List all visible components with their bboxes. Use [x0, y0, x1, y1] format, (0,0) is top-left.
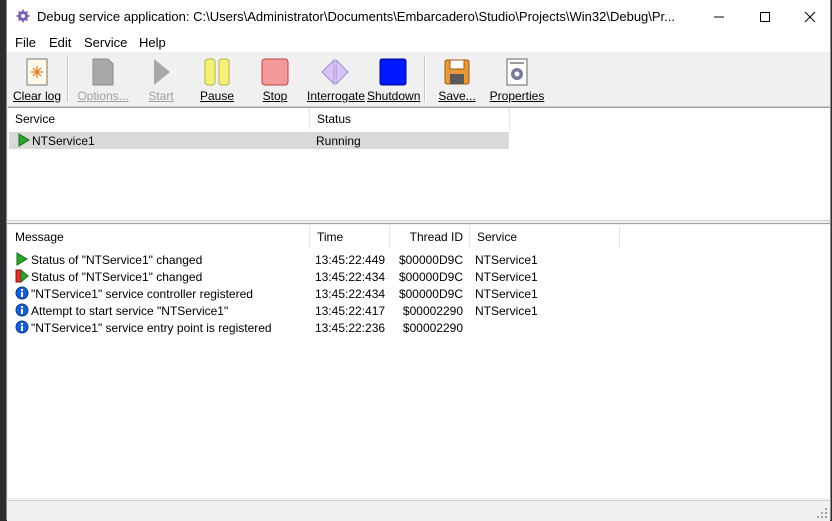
- column-header-status[interactable]: Status: [310, 108, 510, 130]
- toolbar-separator: [67, 56, 69, 102]
- close-icon: [804, 11, 816, 23]
- log-time: 13:45:22:417: [315, 304, 386, 318]
- log-row[interactable]: "NTService1" service controller register…: [8, 285, 628, 302]
- log-service: NTService1: [475, 304, 538, 318]
- stop-icon: [261, 58, 289, 86]
- service-row[interactable]: NTService1 Running: [9, 132, 509, 149]
- interrogate-button[interactable]: Interrogate: [307, 56, 366, 104]
- properties-icon: [506, 58, 528, 86]
- resize-grip-icon[interactable]: [816, 507, 828, 519]
- interrogate-label: Interrogate: [307, 89, 366, 103]
- column-header-service[interactable]: Service: [470, 226, 620, 248]
- close-button[interactable]: [787, 0, 832, 32]
- maximize-button[interactable]: [742, 0, 788, 32]
- start-label: Start: [148, 89, 174, 103]
- shutdown-button[interactable]: Shutdown: [367, 56, 421, 104]
- info-icon: [15, 320, 29, 334]
- clear-log-button[interactable]: Clear log: [11, 56, 63, 104]
- toolbar-separator: [424, 56, 426, 102]
- start-pending-icon: [15, 269, 29, 283]
- stop-button[interactable]: Stop: [255, 56, 295, 104]
- log-row[interactable]: Status of "NTService1" changed 13:45:22:…: [8, 251, 628, 268]
- log-time: 13:45:22:449: [315, 253, 386, 267]
- options-button[interactable]: Options...: [75, 56, 131, 104]
- column-header-service[interactable]: Service: [8, 108, 310, 130]
- start-button[interactable]: Start: [139, 56, 183, 104]
- info-icon: [15, 303, 29, 317]
- log-time: 13:45:22:236: [315, 321, 386, 335]
- title-bar: Debug service application: C:\Users\Admi…: [7, 0, 830, 32]
- options-icon: [92, 58, 114, 86]
- log-service: NTService1: [475, 253, 538, 267]
- info-icon: [15, 286, 29, 300]
- pause-label: Pause: [199, 89, 235, 103]
- interrogate-arrows-icon: [321, 58, 349, 86]
- log-list[interactable]: Message Time Thread ID Service Status of…: [8, 225, 830, 498]
- log-time: 13:45:22:434: [315, 270, 386, 284]
- log-time: 13:45:22:434: [315, 287, 386, 301]
- column-header-thread-id[interactable]: Thread ID: [390, 226, 470, 248]
- service-name: NTService1: [32, 134, 95, 148]
- stop-label: Stop: [262, 89, 288, 103]
- shutdown-icon: [379, 58, 407, 86]
- log-thread-id: $00000D9C: [398, 270, 463, 284]
- log-message: Status of "NTService1" changed: [31, 270, 203, 284]
- options-label: Options...: [77, 89, 129, 103]
- menu-bar: File Edit Service Help: [7, 32, 830, 52]
- log-thread-id: $00000D9C: [398, 287, 463, 301]
- properties-label: Properties: [489, 89, 545, 103]
- service-status: Running: [316, 134, 361, 148]
- log-message: "NTService1" service entry point is regi…: [31, 321, 272, 335]
- save-label: Save...: [438, 89, 476, 103]
- log-row[interactable]: "NTService1" service entry point is regi…: [8, 319, 628, 336]
- log-row[interactable]: Status of "NTService1" changed 13:45:22:…: [8, 268, 628, 285]
- app-window: Debug service application: C:\Users\Admi…: [6, 0, 831, 521]
- log-message: Attempt to start service "NTService1": [31, 304, 229, 318]
- shutdown-label: Shutdown: [367, 89, 421, 103]
- column-header-message[interactable]: Message: [8, 226, 310, 248]
- start-play-icon: [154, 59, 170, 85]
- log-message: Status of "NTService1" changed: [31, 253, 203, 267]
- properties-button[interactable]: Properties: [489, 56, 545, 104]
- minimize-icon: [714, 16, 724, 18]
- menu-edit[interactable]: Edit: [49, 35, 71, 50]
- log-row[interactable]: Attempt to start service "NTService1" 13…: [8, 302, 628, 319]
- status-bar: [7, 500, 830, 521]
- save-button[interactable]: Save...: [435, 56, 479, 104]
- splitter[interactable]: [7, 220, 830, 224]
- log-thread-id: $00002290: [402, 321, 463, 335]
- running-arrow-icon: [18, 133, 30, 147]
- menu-help[interactable]: Help: [139, 35, 166, 50]
- clear-log-icon: [26, 58, 48, 86]
- minimize-button[interactable]: [696, 0, 742, 32]
- log-thread-id: $00000D9C: [398, 253, 463, 267]
- toolbar: Clear log Options... Start Pause Stop In…: [7, 52, 830, 107]
- maximize-icon: [760, 12, 770, 22]
- pause-icon: [204, 58, 230, 86]
- log-message: "NTService1" service controller register…: [31, 287, 253, 301]
- running-arrow-icon: [16, 252, 28, 266]
- menu-file[interactable]: File: [15, 35, 36, 50]
- services-list[interactable]: Service Status NTService1 Running: [8, 107, 830, 220]
- menu-service[interactable]: Service: [84, 35, 127, 50]
- log-service: NTService1: [475, 270, 538, 284]
- log-service: NTService1: [475, 287, 538, 301]
- log-thread-id: $00002290: [402, 304, 463, 318]
- pause-button[interactable]: Pause: [195, 56, 239, 104]
- window-title: Debug service application: C:\Users\Admi…: [37, 9, 676, 24]
- clear-log-label: Clear log: [12, 89, 62, 103]
- floppy-save-icon: [444, 59, 470, 85]
- column-header-time[interactable]: Time: [310, 226, 390, 248]
- gear-app-icon: [16, 9, 30, 23]
